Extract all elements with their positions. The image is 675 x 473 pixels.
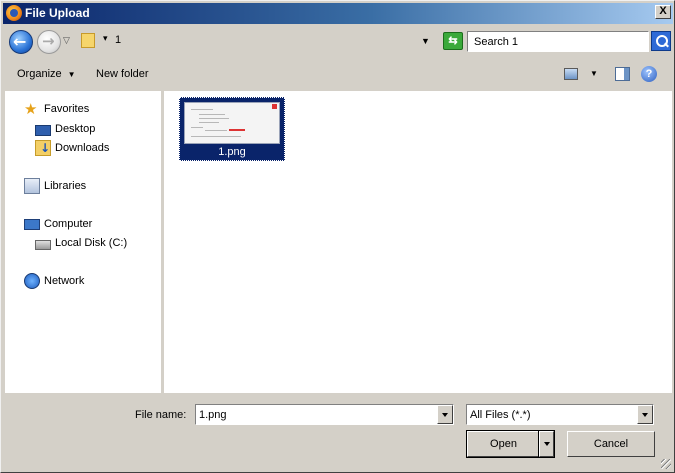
- file-name-label-text: File name:: [135, 409, 186, 421]
- folder-icon: [81, 33, 95, 48]
- nav-item-local-disk[interactable]: Local Disk (C:): [35, 235, 127, 251]
- nav-item-label: Downloads: [55, 142, 110, 154]
- computer-icon: [24, 219, 40, 230]
- open-button[interactable]: Open: [466, 430, 541, 458]
- disk-icon: [35, 240, 51, 250]
- nav-item-label: Favorites: [44, 103, 90, 115]
- command-toolbar: Organize ▼ New folder ▼ ?: [3, 61, 673, 89]
- file-type-filter[interactable]: All Files (*.*): [466, 404, 654, 425]
- file-name-caption: File name:: [135, 409, 187, 421]
- star-icon: ★: [24, 100, 38, 118]
- forward-button[interactable]: [37, 30, 61, 54]
- preview-pane-icon[interactable]: [615, 67, 630, 81]
- nav-item-label: Network: [44, 275, 85, 287]
- nav-item-label: Computer: [44, 218, 93, 230]
- nav-item-label: Libraries: [44, 180, 87, 192]
- breadcrumb-path[interactable]: 1: [115, 34, 121, 46]
- organize-button[interactable]: Organize ▼: [17, 68, 76, 80]
- chevron-down-icon: ▼: [67, 70, 76, 79]
- search-input[interactable]: Search 1: [467, 31, 649, 52]
- file-item[interactable]: 1.png: [179, 97, 285, 161]
- downloads-folder-icon: [35, 140, 51, 156]
- file-name-field[interactable]: 1.png: [195, 404, 454, 425]
- nav-item-desktop[interactable]: Desktop: [35, 121, 95, 137]
- new-folder-button[interactable]: New folder: [96, 68, 149, 80]
- nav-item-network[interactable]: Network: [24, 273, 84, 289]
- search-placeholder: Search 1: [474, 36, 519, 48]
- window-title: File Upload: [25, 6, 90, 20]
- libraries-icon: [24, 178, 40, 194]
- file-name-label: 1.png: [218, 146, 246, 158]
- file-name-value[interactable]: 1.png: [199, 409, 227, 421]
- nav-item-computer[interactable]: Computer: [24, 216, 92, 232]
- address-bar[interactable]: ▾ 1 ▼: [77, 30, 437, 52]
- view-options-dropdown[interactable]: ▼: [590, 69, 598, 78]
- breadcrumb-separator-icon[interactable]: ▾: [103, 33, 108, 44]
- change-view-icon[interactable]: [564, 68, 578, 80]
- firefox-icon: [6, 5, 22, 21]
- desktop-icon: [35, 124, 51, 136]
- open-options-dropdown[interactable]: [538, 430, 555, 458]
- network-icon: [24, 273, 40, 289]
- address-dropdown-icon[interactable]: ▼: [421, 36, 430, 46]
- nav-item-label: Local Disk (C:): [55, 237, 128, 249]
- search-button[interactable]: [651, 31, 671, 51]
- file-upload-dialog: File Upload X ▽ ▾ 1 ▼ ⇆ Search 1 Organiz…: [0, 0, 675, 473]
- address-row: ▽ ▾ 1 ▼ ⇆ Search 1: [3, 25, 673, 59]
- nav-item-libraries[interactable]: Libraries: [24, 178, 86, 194]
- recent-pages-dropdown[interactable]: ▽: [63, 35, 70, 46]
- resize-grip[interactable]: [661, 459, 671, 469]
- back-button[interactable]: [9, 30, 33, 54]
- organize-label: Organize: [17, 68, 62, 80]
- file-type-value[interactable]: All Files (*.*): [470, 409, 531, 421]
- file-type-dropdown[interactable]: [637, 405, 653, 424]
- file-list[interactable]: 1.png: [164, 91, 672, 393]
- file-name-dropdown[interactable]: [437, 405, 453, 424]
- nav-item-label: Desktop: [55, 123, 96, 135]
- refresh-button[interactable]: ⇆: [443, 32, 463, 50]
- nav-item-favorites[interactable]: ★ Favorites: [24, 101, 89, 117]
- help-icon[interactable]: ?: [641, 66, 657, 82]
- nav-item-downloads[interactable]: Downloads: [35, 140, 109, 156]
- navigation-pane: ★ Favorites Desktop Downloads Libraries …: [5, 91, 161, 393]
- image-thumbnail: [184, 102, 280, 144]
- close-button[interactable]: X: [655, 5, 671, 19]
- cancel-button[interactable]: Cancel: [567, 431, 655, 457]
- title-bar[interactable]: File Upload X: [3, 3, 673, 24]
